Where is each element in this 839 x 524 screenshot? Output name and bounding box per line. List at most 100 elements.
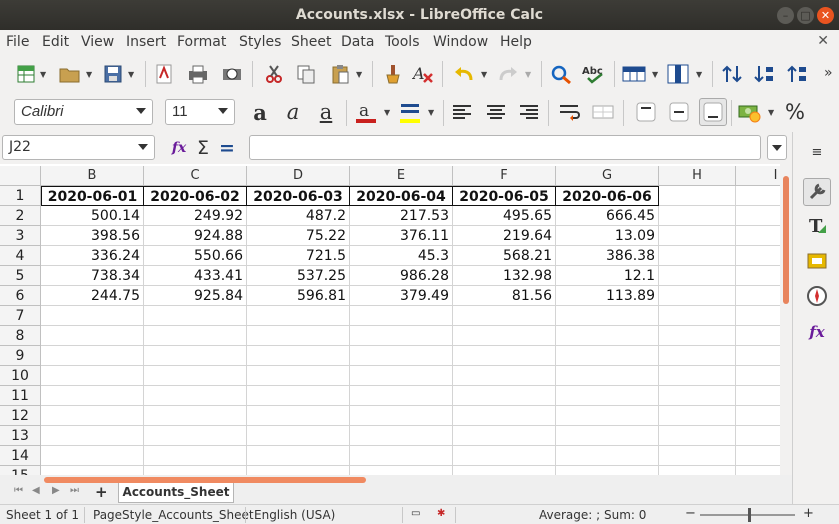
language[interactable]: English (USA)	[254, 508, 335, 522]
empty-cell[interactable]	[350, 366, 453, 386]
chevron-down-icon[interactable]: ▼	[356, 70, 362, 79]
undo-icon[interactable]	[452, 62, 476, 86]
data-cell[interactable]: 45.3	[350, 246, 453, 266]
empty-cell[interactable]	[144, 426, 247, 446]
menu-format[interactable]: Format	[177, 34, 226, 50]
navigator-icon[interactable]	[805, 284, 829, 308]
empty-cell[interactable]	[144, 366, 247, 386]
empty-cell[interactable]	[659, 266, 736, 286]
empty-cell[interactable]	[659, 286, 736, 306]
select-all-corner[interactable]	[0, 166, 41, 186]
empty-cell[interactable]	[453, 346, 556, 366]
empty-cell[interactable]	[144, 326, 247, 346]
row-header[interactable]: 3	[0, 226, 41, 246]
data-cell[interactable]: 219.64	[453, 226, 556, 246]
spreadsheet-grid[interactable]: B C D E F G H I 1 2 3 4 5 6 7 8 9 10 11 …	[0, 164, 792, 475]
data-cell[interactable]: 666.45	[556, 206, 659, 226]
empty-cell[interactable]	[247, 386, 350, 406]
empty-cell[interactable]	[556, 326, 659, 346]
menu-styles[interactable]: Styles	[239, 34, 281, 50]
empty-cell[interactable]	[41, 426, 144, 446]
data-cell[interactable]: 132.98	[453, 266, 556, 286]
empty-cell[interactable]	[350, 446, 453, 466]
sort-descending-icon[interactable]	[752, 62, 776, 86]
empty-cell[interactable]	[659, 366, 736, 386]
align-left-icon[interactable]	[450, 100, 474, 124]
empty-cell[interactable]	[659, 186, 736, 206]
data-cell[interactable]: 537.25	[247, 266, 350, 286]
column-header-g[interactable]: G	[556, 166, 659, 186]
row-header[interactable]: 5	[0, 266, 41, 286]
percent-format-icon[interactable]: %	[785, 100, 805, 124]
data-cell[interactable]: 386.38	[556, 246, 659, 266]
sidebar-menu-icon[interactable]: ≡	[805, 140, 829, 164]
sheet-tab-accounts[interactable]: Accounts_Sheet	[118, 483, 234, 503]
row-header[interactable]: 1	[0, 186, 41, 206]
data-cell[interactable]: 81.56	[453, 286, 556, 306]
row-header[interactable]: 8	[0, 326, 41, 346]
vertical-scroll-thumb[interactable]	[783, 176, 789, 304]
empty-cell[interactable]	[247, 466, 350, 475]
clear-formatting-icon[interactable]: A	[411, 62, 435, 86]
row-header[interactable]: 12	[0, 406, 41, 426]
functions-icon[interactable]: fx	[805, 320, 829, 344]
chevron-down-icon[interactable]: ▼	[384, 108, 390, 117]
empty-cell[interactable]	[144, 446, 247, 466]
empty-cell[interactable]	[247, 366, 350, 386]
empty-cell[interactable]	[659, 446, 736, 466]
styles-icon[interactable]: T	[805, 214, 829, 238]
empty-cell[interactable]	[659, 226, 736, 246]
empty-cell[interactable]	[350, 306, 453, 326]
empty-cell[interactable]	[453, 446, 556, 466]
column-header-b[interactable]: B	[41, 166, 144, 186]
add-sheet-button[interactable]: +	[95, 483, 108, 501]
chevron-down-icon[interactable]: ▼	[40, 70, 46, 79]
header-cell[interactable]: 2020-06-03	[247, 186, 350, 206]
data-cell[interactable]: 500.14	[41, 206, 144, 226]
empty-cell[interactable]	[556, 366, 659, 386]
empty-cell[interactable]	[556, 426, 659, 446]
data-cell[interactable]: 336.24	[41, 246, 144, 266]
chevron-down-icon[interactable]: ▼	[696, 70, 702, 79]
empty-cell[interactable]	[556, 306, 659, 326]
formula-icon[interactable]: =	[215, 136, 239, 160]
data-cell[interactable]: 738.34	[41, 266, 144, 286]
empty-cell[interactable]	[659, 326, 736, 346]
empty-cell[interactable]	[556, 346, 659, 366]
empty-cell[interactable]	[453, 466, 556, 475]
data-cell[interactable]: 925.84	[144, 286, 247, 306]
minimize-button[interactable]: –	[777, 7, 794, 24]
menu-file[interactable]: File	[6, 34, 29, 50]
empty-cell[interactable]	[247, 446, 350, 466]
column-header-d[interactable]: D	[247, 166, 350, 186]
data-cell[interactable]: 550.66	[144, 246, 247, 266]
row-header[interactable]: 6	[0, 286, 41, 306]
empty-cell[interactable]	[144, 406, 247, 426]
data-cell[interactable]: 433.41	[144, 266, 247, 286]
print-preview-icon[interactable]	[220, 62, 244, 86]
previous-sheet-icon[interactable]: ◀	[32, 485, 40, 496]
row-header[interactable]: 4	[0, 246, 41, 266]
selection-mode-icon[interactable]: ▭	[411, 508, 420, 519]
zoom-in-button[interactable]: +	[803, 506, 814, 521]
data-cell[interactable]: 113.89	[556, 286, 659, 306]
data-cell[interactable]: 217.53	[350, 206, 453, 226]
empty-cell[interactable]	[350, 466, 453, 475]
cut-icon[interactable]	[262, 62, 286, 86]
data-cell[interactable]: 244.75	[41, 286, 144, 306]
align-top-icon[interactable]	[634, 100, 658, 124]
empty-cell[interactable]	[41, 466, 144, 475]
font-size-combo[interactable]: 11	[165, 99, 235, 125]
chevron-down-icon[interactable]: ▼	[768, 108, 774, 117]
chevron-down-icon[interactable]: ▼	[481, 70, 487, 79]
print-icon[interactable]	[186, 62, 210, 86]
center-vertically-icon[interactable]	[667, 100, 691, 124]
data-cell[interactable]: 924.88	[144, 226, 247, 246]
formula-input[interactable]	[249, 135, 761, 160]
row-header[interactable]: 11	[0, 386, 41, 406]
empty-cell[interactable]	[453, 366, 556, 386]
vertical-scrollbar[interactable]	[780, 164, 792, 475]
empty-cell[interactable]	[659, 386, 736, 406]
empty-cell[interactable]	[659, 466, 736, 475]
chevron-down-icon[interactable]: ▼	[128, 70, 134, 79]
